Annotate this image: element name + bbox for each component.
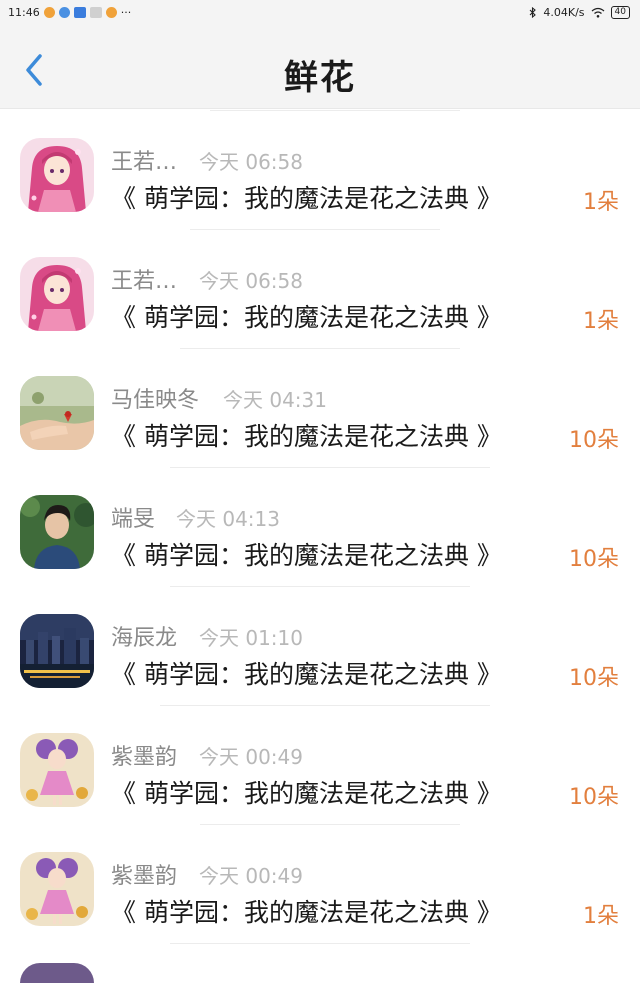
divider: [190, 229, 440, 230]
list-item[interactable]: 端旻 今天 04:13 《 萌学园：我的魔法是花之法典 》 10朵: [0, 467, 640, 586]
battery-indicator: 40: [610, 6, 630, 19]
header-bar: 鲜花: [0, 26, 640, 109]
book-title: 《 萌学园：我的魔法是花之法典 》: [111, 779, 502, 808]
avatar[interactable]: [20, 138, 94, 212]
divider: [200, 824, 460, 825]
page-title: 鲜花: [284, 58, 356, 98]
message-notification-icon: [89, 7, 102, 18]
status-bar-left: 11:46 ···: [8, 6, 131, 19]
sender-name: 海辰龙: [111, 626, 178, 651]
hand-flower-avatar-image: [20, 376, 94, 450]
more-notifications-icon: ···: [120, 6, 132, 19]
browser-notification-icon: [58, 7, 70, 18]
send-time: 今天 06:58: [199, 150, 303, 174]
flower-count: 1朵: [583, 190, 619, 215]
status-bar: 11:46 ··· 4.04K/s 40: [0, 0, 640, 26]
flower-count: 1朵: [583, 309, 619, 334]
avatar[interactable]: [20, 495, 94, 569]
send-time: 今天 04:13: [176, 507, 280, 531]
list-item-partial[interactable]: [0, 943, 640, 983]
book-title: 《 萌学园：我的魔法是花之法典 》: [111, 898, 502, 927]
flower-count: 10朵: [569, 785, 619, 810]
divider: [170, 943, 470, 944]
avatar-partial: [20, 963, 94, 983]
divider: [180, 348, 460, 349]
book-title: 《 萌学园：我的魔法是花之法典 》: [111, 184, 502, 213]
weibo-notification-icon-2: [105, 7, 117, 18]
send-time: 今天 00:49: [199, 745, 303, 769]
send-time: 今天 00:49: [199, 864, 303, 888]
list-item[interactable]: 紫墨韵 今天 00:49 《 萌学园：我的魔法是花之法典 》 1朵: [0, 824, 640, 943]
list-item[interactable]: 海辰龙 今天 01:10 《 萌学园：我的魔法是花之法典 》 10朵: [0, 586, 640, 705]
divider: [170, 586, 470, 587]
divider: [160, 705, 490, 706]
list-item[interactable]: 紫墨韵 今天 00:49 《 萌学园：我的魔法是花之法典 》 10朵: [0, 705, 640, 824]
list-item[interactable]: 王若… 今天 06:58 《 萌学园：我的魔法是花之法典 》 1朵: [0, 110, 640, 229]
book-title: 《 萌学园：我的魔法是花之法典 》: [111, 660, 502, 689]
avatar[interactable]: [20, 614, 94, 688]
status-bar-right: 4.04K/s 40: [529, 6, 630, 19]
weibo-notification-icon: [43, 7, 55, 18]
send-time: 今天 01:10: [199, 626, 303, 650]
purple-fairy-avatar-image: [20, 852, 94, 926]
send-time: 今天 06:58: [199, 269, 303, 293]
book-title: 《 萌学园：我的魔法是花之法典 》: [111, 303, 502, 332]
sender-name: 端旻: [111, 507, 156, 532]
status-time: 11:46: [8, 6, 40, 19]
flower-count: 10朵: [569, 666, 619, 691]
network-speed: 4.04K/s: [543, 6, 585, 19]
sender-name: 紫墨韵: [111, 864, 178, 889]
avatar[interactable]: [20, 733, 94, 807]
sender-name: 王若…: [111, 150, 178, 175]
flower-count: 1朵: [583, 904, 619, 929]
flower-count: 10朵: [569, 428, 619, 453]
list-item[interactable]: 马佳映冬 今天 04:31 《 萌学园：我的魔法是花之法典 》 10朵: [0, 348, 640, 467]
sender-name: 紫墨韵: [111, 745, 178, 770]
book-title: 《 萌学园：我的魔法是花之法典 》: [111, 422, 502, 451]
pink-anime-girl-avatar-image: [20, 257, 94, 331]
sender-name: 王若…: [111, 269, 178, 294]
pink-anime-girl-avatar-image: [20, 138, 94, 212]
sender-name: 马佳映冬: [111, 388, 200, 413]
avatar[interactable]: [20, 257, 94, 331]
app-notification-icon: [73, 7, 86, 18]
purple-fairy-avatar-image: [20, 733, 94, 807]
divider: [210, 110, 460, 111]
send-time: 今天 04:31: [223, 388, 327, 412]
avatar[interactable]: [20, 376, 94, 450]
flower-count: 10朵: [569, 547, 619, 572]
bluetooth-icon: [530, 7, 537, 18]
young-man-avatar-image: [20, 495, 94, 569]
book-title: 《 萌学园：我的魔法是花之法典 》: [111, 541, 502, 570]
flower-gift-list: 王若… 今天 06:58 《 萌学园：我的魔法是花之法典 》 1朵 王若… 今天…: [0, 110, 640, 983]
divider: [170, 467, 490, 468]
wifi-icon: [591, 7, 604, 18]
list-item[interactable]: 王若… 今天 06:58 《 萌学园：我的魔法是花之法典 》 1朵: [0, 229, 640, 348]
night-city-avatar-image: [20, 614, 94, 688]
avatar[interactable]: [20, 852, 94, 926]
